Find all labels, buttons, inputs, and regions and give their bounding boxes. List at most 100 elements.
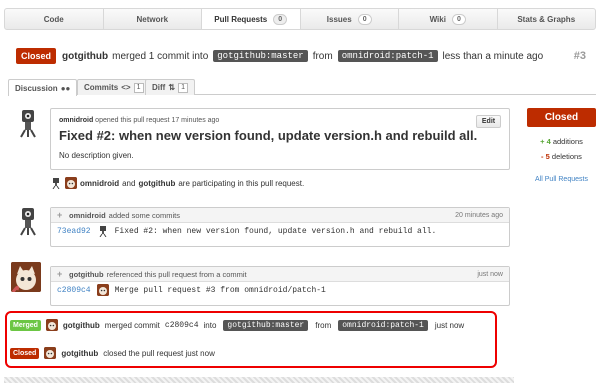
commit-author-avatar[interactable] [97,225,109,237]
head-branch-ref[interactable]: omnidroid:patch-1 [338,319,428,331]
event-avatar-gotgithub[interactable] [44,347,57,359]
comment-meta-text: opened this pull request 17 minutes ago [95,117,220,124]
tab-commits[interactable]: Commits <> 1 [77,79,151,95]
commit-row: 73ead92 Fixed #2: when new version found… [51,223,509,239]
header-time: less than a minute ago [442,50,544,62]
commit-author-avatar[interactable] [96,284,109,296]
state-closed-badge: Closed [527,108,596,127]
head-branch-ref[interactable]: omnidroid:patch-1 [337,50,438,62]
tab-count: 0 [273,13,288,25]
tab-code[interactable]: Code [5,9,104,29]
participant-avatar-omnidroid[interactable] [50,177,62,189]
participants-text: are participating in this pull request. [178,178,305,188]
pr-description-comment: omnidroid opened this pull request 17 mi… [50,108,510,170]
robot-icon [20,110,36,138]
deletions-label: deletions [551,152,582,161]
tab-network[interactable]: Network [104,9,202,29]
plus-icon: + [57,268,63,279]
event-text: into [203,320,217,330]
tab-issues[interactable]: Issues 0 [301,9,399,29]
commit-message-link[interactable]: Merge pull request #3 from omnidroid/pat… [115,286,326,295]
tab-label: Commits [84,83,119,92]
event-time: 20 minutes ago [455,211,503,219]
event-time: just now [434,320,465,330]
diff-icon: ⇅ [168,83,176,92]
event-header: + gotgithub referenced this pull request… [51,267,509,282]
tab-stats-graphs[interactable]: Stats & Graphs [498,9,596,29]
merged-event: Merged gotgithub merged commit c2809c4 i… [10,319,464,331]
avatar-omnidroid[interactable] [14,206,42,236]
avatar-gotgithub[interactable] [11,262,41,292]
commits-event: + omnidroid added some commits 20 minute… [50,207,510,247]
octocat-icon [96,284,109,296]
event-author-link[interactable]: omnidroid [69,211,106,220]
commit-sha-link[interactable]: 73ead92 [57,227,91,236]
pr-header: Closed gotgithub merged 1 commit into go… [16,47,586,65]
deletions-count: - 5 [541,152,550,161]
event-author-link[interactable]: gotgithub [69,270,104,279]
speech-bubble-icon: ●● [60,83,71,93]
tab-wiki[interactable]: Wiki 0 [399,9,498,29]
event-user-link[interactable]: gotgithub [63,321,100,330]
participant-link[interactable]: gotgithub [138,179,175,188]
additions-stat: + 4 additions [527,137,596,146]
event-user-link[interactable]: gotgithub [61,349,98,358]
event-text: referenced this pull request from a comm… [106,269,247,279]
participants-text: and [122,178,136,188]
base-branch-ref[interactable]: gotgithub:master [213,50,308,62]
all-pull-requests-link[interactable]: All Pull Requests [527,176,596,183]
plus-icon: + [57,209,63,220]
commit-message-link[interactable]: Fixed #2: when new version found, update… [115,227,437,236]
event-text: from [315,320,332,330]
header-text: merged 1 commit into [112,50,209,62]
additions-count: + 4 [540,137,551,146]
avatar-omnidroid[interactable] [14,108,42,138]
tab-discussion[interactable]: Discussion ●● [8,79,78,96]
robot-icon [52,178,60,189]
header-user-link[interactable]: gotgithub [62,51,108,62]
event-text: merged commit [104,320,160,330]
tab-pull-requests[interactable]: Pull Requests 0 [202,9,301,29]
deletions-stat: - 5 deletions [527,152,596,161]
tab-count: 0 [357,13,372,25]
tab-label: Issues [326,14,352,24]
pr-number: #3 [573,50,586,62]
additions-label: additions [552,137,583,146]
participant-avatar-gotgithub[interactable] [65,177,77,189]
tab-count: 0 [451,13,466,25]
header-text: from [312,50,333,62]
tab-label: Wiki [429,14,446,24]
edit-button[interactable]: Edit [476,115,501,128]
participant-link[interactable]: omnidroid [80,179,119,188]
octocat-icon [45,319,58,331]
commit-sha-link[interactable]: c2809c4 [165,321,199,330]
robot-icon [99,226,107,237]
reference-event: + gotgithub referenced this pull request… [50,266,510,306]
code-icon: <> [121,83,131,92]
event-avatar-gotgithub[interactable] [45,319,58,331]
tab-label: Code [43,14,64,24]
event-time: just now [477,270,503,278]
pr-subtabs: Discussion ●● Commits <> 1 Diff ⇅ 1 [8,79,596,96]
event-text: added some commits [108,210,180,220]
closed-event: Closed gotgithub closed the pull request… [10,347,215,359]
merged-badge: Merged [10,319,41,331]
base-branch-ref[interactable]: gotgithub:master [223,319,309,331]
status-badge: Closed [16,48,57,64]
tab-label: Stats & Graphs [517,14,576,24]
event-text: closed the pull request just now [103,348,215,358]
comment-author-link[interactable]: omnidroid [59,117,93,124]
commit-sha-link[interactable]: c2809c4 [57,286,91,295]
divider [4,377,514,383]
tab-count: 1 [133,82,144,93]
tab-label: Discussion [15,83,58,93]
repo-nav: Code Network Pull Requests 0 Issues 0 Wiki… [4,8,596,30]
comment-meta: omnidroid opened this pull request 17 mi… [59,117,219,124]
pr-body: No description given. [59,151,134,160]
event-header: + omnidroid added some commits 20 minute… [51,208,509,223]
commit-row: c2809c4 Merge pull request #3 from omnid… [51,282,509,298]
tab-count: 1 [178,82,189,93]
closed-badge: Closed [10,347,40,359]
tab-label: Network [136,14,169,24]
tab-diff[interactable]: Diff ⇅ 1 [145,79,196,95]
